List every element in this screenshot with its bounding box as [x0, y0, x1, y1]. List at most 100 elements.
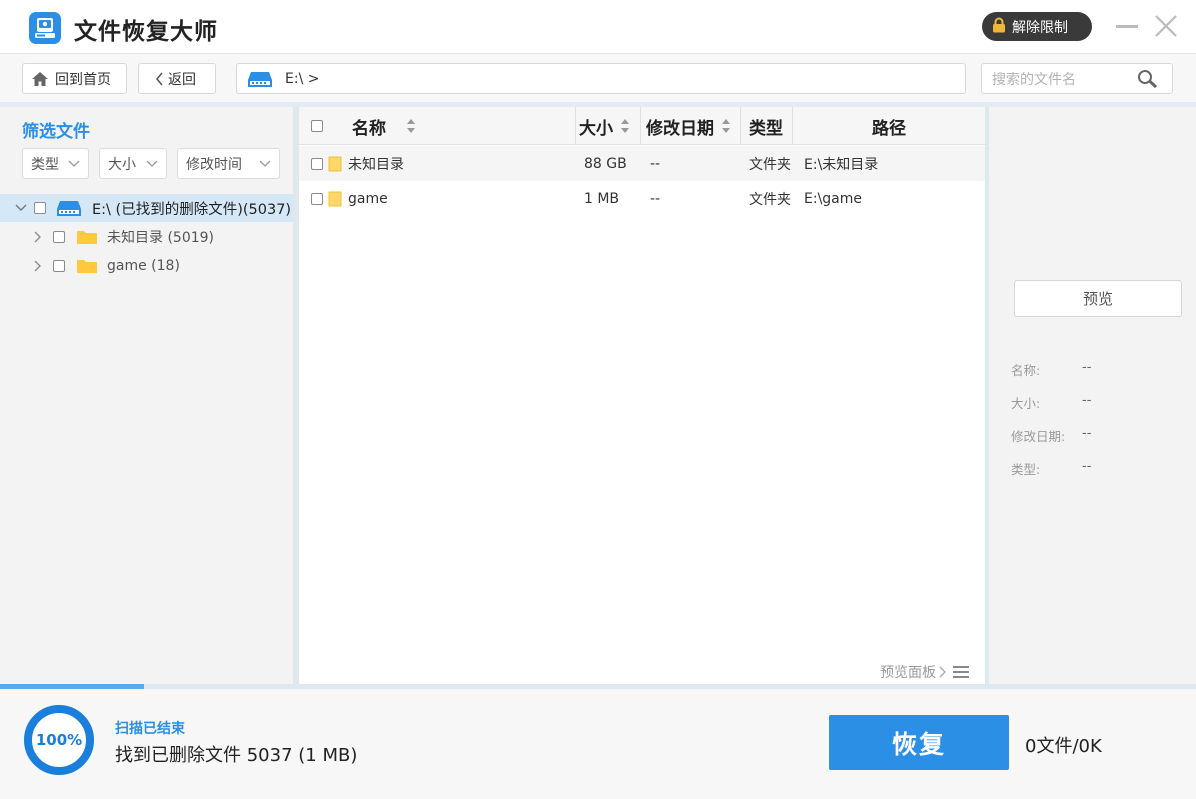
- tree-item-game[interactable]: game (18): [0, 252, 293, 280]
- filter-type-label: 类型: [31, 156, 59, 173]
- sort-icon[interactable]: [721, 117, 731, 135]
- row-date: --: [650, 155, 661, 172]
- search-box[interactable]: [981, 63, 1173, 94]
- filter-type-dropdown[interactable]: 类型: [22, 148, 89, 179]
- folder-icon: [328, 156, 342, 171]
- close-button[interactable]: [1154, 14, 1178, 38]
- scan-summary: 找到已删除文件 5037 (1 MB): [115, 745, 358, 766]
- tree-item-label: 未知目录 (5019): [107, 230, 215, 246]
- close-icon: [1155, 15, 1177, 37]
- row-checkbox[interactable]: [311, 192, 323, 205]
- info-name-value: --: [1082, 360, 1092, 375]
- info-date-value: --: [1082, 426, 1092, 441]
- title-bar: 文件恢复大师 解除限制: [0, 0, 1196, 54]
- path-text: E:\ >: [285, 70, 320, 87]
- progress-percent: 100%: [35, 731, 83, 749]
- filter-panel: 筛选文件 类型 大小 修改时间 E:\ (已找到的删除文件)(5037) 未知目…: [0, 107, 293, 684]
- tree-checkbox[interactable]: [53, 231, 65, 243]
- tree-checkbox[interactable]: [53, 260, 65, 272]
- select-all-checkbox[interactable]: [311, 120, 323, 132]
- column-path-label: 路径: [872, 118, 906, 139]
- app-logo-icon: [29, 12, 61, 44]
- back-button[interactable]: 返回: [138, 63, 216, 94]
- column-path[interactable]: 路径: [872, 107, 906, 145]
- preview-button[interactable]: 预览: [1014, 280, 1182, 317]
- column-name-label: 名称: [352, 118, 386, 139]
- home-label: 回到首页: [55, 71, 111, 88]
- select-all-checkbox-cell[interactable]: [311, 107, 323, 145]
- column-date[interactable]: 修改日期: [646, 107, 731, 145]
- column-date-label: 修改日期: [646, 118, 714, 139]
- drive-icon: [248, 71, 272, 87]
- info-type-label: 类型:: [1011, 462, 1041, 477]
- chevron-right-icon[interactable]: [33, 230, 43, 244]
- preview-panel-toggle[interactable]: 预览面板: [880, 662, 969, 682]
- row-path: E:\未知目录: [804, 156, 879, 173]
- tree-item-label: E:\ (已找到的删除文件)(5037): [92, 201, 292, 218]
- tree-item-label: game (18): [107, 258, 180, 274]
- app-title: 文件恢复大师: [74, 19, 218, 45]
- tree-item-unknown-dir[interactable]: 未知目录 (5019): [0, 223, 293, 251]
- sort-icon[interactable]: [406, 117, 416, 135]
- info-size-value: --: [1082, 393, 1092, 408]
- row-size: 1 MB: [584, 190, 620, 207]
- row-path: E:\game: [804, 190, 862, 207]
- recover-button[interactable]: 恢复: [829, 715, 1009, 770]
- tree-item-drive-e[interactable]: E:\ (已找到的删除文件)(5037): [0, 194, 293, 222]
- menu-icon: [953, 666, 969, 678]
- row-type: 文件夹: [749, 191, 791, 208]
- lock-icon: [992, 17, 1006, 37]
- row-name: game: [348, 190, 388, 207]
- back-label: 返回: [168, 71, 196, 88]
- search-icon[interactable]: [1136, 69, 1160, 89]
- row-size: 88 GB: [584, 155, 627, 172]
- chevron-down-icon: [68, 160, 80, 167]
- unlock-label: 解除限制: [1012, 19, 1068, 36]
- filter-time-label: 修改时间: [186, 156, 242, 173]
- column-type-label: 类型: [749, 118, 783, 139]
- status-bar: 100% 扫描已结束 找到已删除文件 5037 (1 MB) 恢复 0文件/0K: [0, 689, 1196, 799]
- row-date: --: [650, 190, 661, 207]
- chevron-down-icon: [146, 160, 158, 167]
- row-type: 文件夹: [749, 156, 791, 173]
- info-date-label: 修改日期:: [1011, 429, 1066, 444]
- search-input[interactable]: [992, 70, 1132, 87]
- minimize-button[interactable]: [1116, 16, 1140, 36]
- table-row[interactable]: 未知目录 88 GB -- 文件夹 E:\未知目录: [299, 146, 985, 181]
- row-name: 未知目录: [348, 156, 404, 173]
- table-row[interactable]: game 1 MB -- 文件夹 E:\game: [299, 181, 985, 216]
- info-size-label: 大小:: [1011, 396, 1041, 411]
- unlock-button[interactable]: 解除限制: [982, 12, 1092, 41]
- column-size[interactable]: 大小: [579, 107, 630, 145]
- chevron-down-icon[interactable]: [14, 201, 28, 215]
- home-button[interactable]: 回到首页: [22, 63, 127, 94]
- info-name-label: 名称:: [1011, 363, 1041, 378]
- file-list: 名称 大小 修改日期 类型 路径 未知目录 88 GB -- 文件夹 E:\未知…: [299, 107, 985, 684]
- toolbar: 回到首页 返回 E:\ >: [0, 54, 1196, 102]
- chevron-right-icon[interactable]: [33, 259, 43, 273]
- drive-icon: [57, 201, 81, 216]
- preview-panel-label: 预览面板: [880, 665, 936, 681]
- filter-time-dropdown[interactable]: 修改时间: [177, 148, 280, 179]
- home-icon: [32, 71, 48, 86]
- table-header: 名称 大小 修改日期 类型 路径: [299, 107, 985, 145]
- filter-title: 筛选文件: [22, 122, 90, 142]
- column-size-label: 大小: [579, 118, 613, 139]
- column-type[interactable]: 类型: [749, 107, 783, 145]
- chevron-down-icon: [259, 160, 271, 167]
- selected-count: 0文件/0K: [1025, 736, 1102, 757]
- preview-panel: 预览 名称: -- 大小: -- 修改日期: -- 类型: --: [989, 107, 1196, 684]
- chevron-left-icon: [156, 72, 163, 85]
- scan-status: 扫描已结束: [115, 721, 185, 737]
- sort-icon[interactable]: [620, 117, 630, 135]
- chevron-right-icon: [939, 666, 946, 678]
- filter-size-dropdown[interactable]: 大小: [99, 148, 167, 179]
- folder-icon: [77, 260, 97, 273]
- row-checkbox[interactable]: [311, 157, 323, 170]
- tree-checkbox[interactable]: [34, 202, 46, 214]
- info-type-value: --: [1082, 459, 1092, 474]
- path-bar[interactable]: E:\ >: [236, 63, 966, 94]
- folder-icon: [77, 231, 97, 244]
- column-name[interactable]: 名称: [352, 107, 416, 145]
- folder-icon: [328, 191, 342, 206]
